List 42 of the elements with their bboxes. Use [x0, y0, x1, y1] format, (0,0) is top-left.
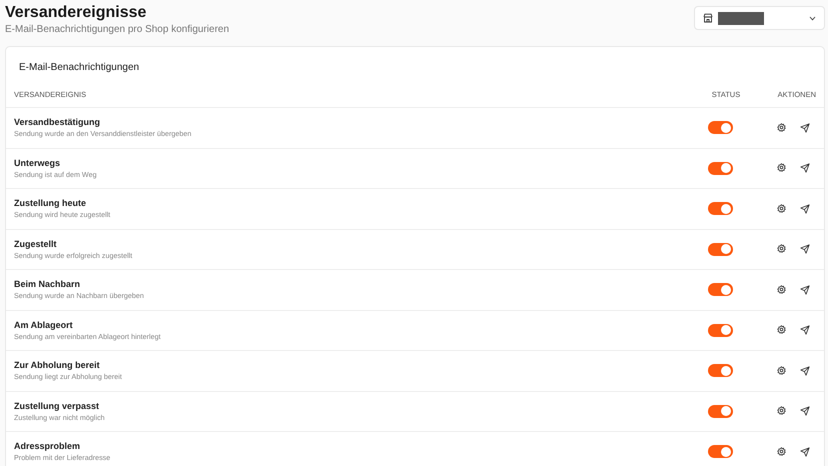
send-icon[interactable] — [800, 204, 810, 214]
settings-icon[interactable] — [777, 366, 786, 375]
event-name: Unterwegs — [14, 158, 62, 168]
send-icon[interactable] — [800, 406, 810, 416]
settings-icon[interactable] — [777, 325, 786, 334]
send-icon[interactable] — [800, 244, 810, 254]
status-toggle[interactable] — [708, 445, 732, 458]
event-name: Beim Nachbarn — [14, 279, 82, 290]
send-icon[interactable] — [800, 446, 810, 457]
event-name: Zur Abholung bereit — [14, 360, 101, 370]
settings-icon[interactable] — [777, 163, 786, 172]
page-subtitle: E-Mail-Benachrichtigungen pro Shop konfigurieren — [5, 24, 230, 35]
chevron-down-icon — [809, 16, 816, 20]
page-title: Versandereignisse — [5, 4, 148, 22]
status-toggle[interactable] — [708, 324, 732, 337]
status-toggle[interactable] — [708, 364, 732, 378]
settings-icon[interactable] — [777, 284, 786, 294]
event-name: Am Ablageort — [14, 320, 74, 330]
status-toggle[interactable] — [708, 404, 732, 418]
event-name: Adressproblem — [14, 441, 82, 452]
send-icon[interactable] — [800, 325, 810, 336]
card-title: E-Mail-Benachrichtigungen — [18, 61, 140, 75]
event-name: Versandbestätigung — [14, 117, 102, 128]
send-icon[interactable] — [800, 163, 810, 174]
event-name: Zustellung verpasst — [14, 400, 100, 411]
send-icon[interactable] — [800, 284, 810, 295]
settings-icon[interactable] — [777, 446, 786, 456]
status-toggle[interactable] — [708, 283, 732, 296]
send-icon[interactable] — [800, 122, 810, 133]
event-name: Zugestellt — [14, 238, 58, 249]
settings-icon[interactable] — [777, 244, 786, 254]
status-toggle[interactable] — [708, 162, 732, 175]
store-icon — [703, 13, 713, 23]
settings-icon[interactable] — [777, 204, 786, 213]
settings-icon[interactable] — [777, 406, 786, 416]
send-icon[interactable] — [800, 366, 810, 376]
settings-icon[interactable] — [777, 122, 786, 132]
status-toggle[interactable] — [708, 242, 732, 256]
status-toggle[interactable] — [708, 202, 732, 216]
status-toggle[interactable] — [708, 121, 732, 134]
event-name: Zustellung heute — [14, 198, 87, 208]
shop-selector[interactable] — [694, 6, 825, 30]
